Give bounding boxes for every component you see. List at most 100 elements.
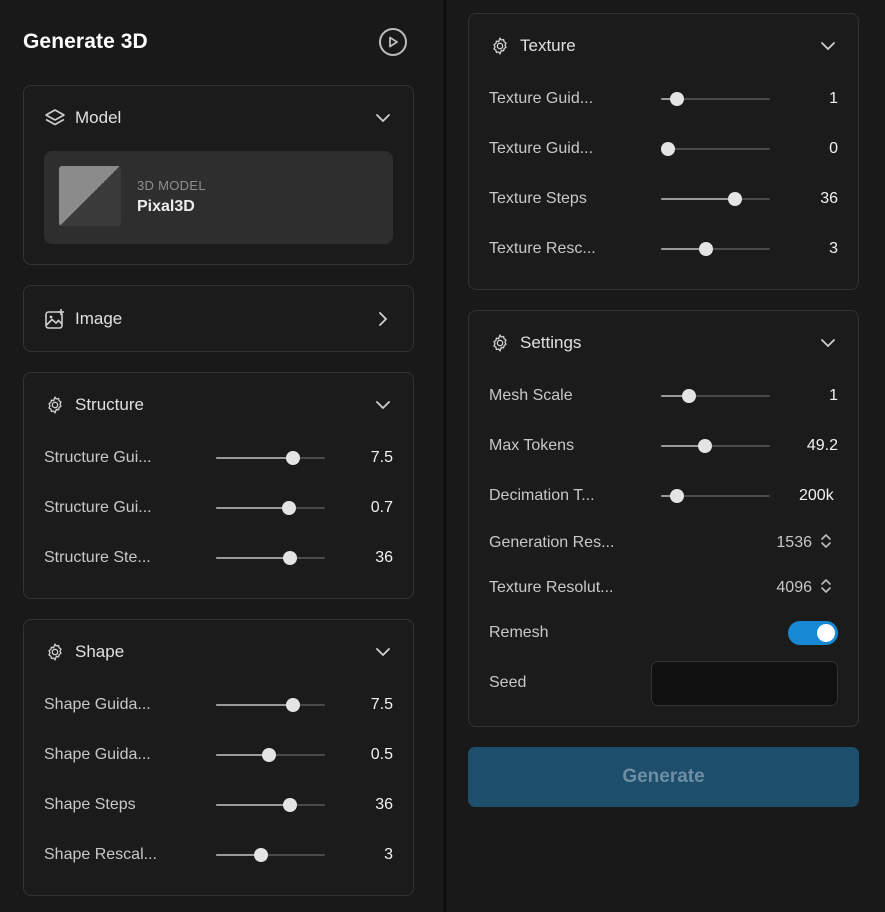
structure-guidance-label: Structure Gui... xyxy=(44,449,152,466)
remesh-label: Remesh xyxy=(489,624,549,641)
slider-knob[interactable] xyxy=(286,698,301,712)
settings-panel-header[interactable]: Settings xyxy=(469,311,858,375)
generation-resolution-select[interactable]: 1536 xyxy=(776,533,832,554)
settings-panel-title: Settings xyxy=(520,333,582,352)
shape-steps-slider[interactable] xyxy=(216,793,325,817)
shape-rescale-label: Shape Rescal... xyxy=(44,846,157,863)
chevron-down-icon[interactable] xyxy=(818,36,838,56)
slider-knob[interactable] xyxy=(682,389,697,403)
layers-icon xyxy=(44,107,66,129)
model-panel: Model 3D MODEL Pixal3D xyxy=(23,85,414,265)
image-panel-title: Image xyxy=(75,309,123,328)
slider-knob[interactable] xyxy=(660,142,675,156)
texture-panel-header[interactable]: Texture xyxy=(469,14,858,78)
gear-icon xyxy=(44,394,66,416)
shape-row: Shape Guida... 7.5 xyxy=(44,693,393,717)
shape-panel: Shape Shape Guida... 7.5 Shape Guida... … xyxy=(23,619,414,896)
up-down-arrows-icon[interactable] xyxy=(820,533,832,554)
slider-knob[interactable] xyxy=(670,489,685,503)
texture-steps-value: 36 xyxy=(820,190,838,207)
chevron-down-icon[interactable] xyxy=(373,108,393,128)
gear-icon xyxy=(44,641,66,663)
slider-knob[interactable] xyxy=(698,242,713,256)
gear-icon xyxy=(489,35,511,57)
texture-steps-slider[interactable] xyxy=(661,187,770,211)
texture-row: Texture Guid... 1 xyxy=(489,87,838,111)
image-panel[interactable]: Image xyxy=(23,285,414,352)
slider-knob[interactable] xyxy=(262,748,277,762)
slider-knob[interactable] xyxy=(670,92,685,106)
structure-guidance-rescale-label: Structure Gui... xyxy=(44,499,152,516)
shape-row: Shape Steps 36 xyxy=(44,793,393,817)
texture-guidance-value: 1 xyxy=(829,90,838,107)
structure-guidance-slider[interactable] xyxy=(216,446,325,470)
structure-guidance-rescale-slider[interactable] xyxy=(216,496,325,520)
shape-guidance-slider[interactable] xyxy=(216,693,325,717)
settings-row: Mesh Scale 1 xyxy=(489,384,838,408)
slider-knob[interactable] xyxy=(253,848,268,862)
remesh-row: Remesh xyxy=(489,621,838,645)
shape-guidance-rescale-label: Shape Guida... xyxy=(44,746,151,763)
generation-resolution-row: Generation Res... 1536 xyxy=(489,531,838,555)
shape-row: Shape Rescal... 3 xyxy=(44,843,393,867)
generate-button[interactable]: Generate xyxy=(468,747,859,807)
model-caption: 3D MODEL xyxy=(137,178,206,193)
decimation-target-label: Decimation T... xyxy=(489,487,595,504)
image-add-icon xyxy=(44,308,66,330)
mesh-scale-slider[interactable] xyxy=(661,384,770,408)
chevron-down-icon[interactable] xyxy=(373,395,393,415)
shape-panel-header[interactable]: Shape xyxy=(24,620,413,684)
texture-guidance-rescale-slider[interactable] xyxy=(660,137,770,161)
page-title: Generate 3D xyxy=(23,30,148,53)
texture-row: Texture Steps 36 xyxy=(489,187,838,211)
structure-steps-slider[interactable] xyxy=(216,546,325,570)
shape-panel-title: Shape xyxy=(75,642,125,661)
gear-icon xyxy=(489,332,511,354)
chevron-right-icon[interactable] xyxy=(373,309,393,329)
structure-panel-header[interactable]: Structure xyxy=(24,373,413,437)
model-thumbnail xyxy=(59,166,121,226)
shape-guidance-rescale-slider[interactable] xyxy=(216,743,325,767)
texture-rescale-slider[interactable] xyxy=(661,237,770,261)
texture-guidance-rescale-label: Texture Guid... xyxy=(489,140,594,157)
slider-knob[interactable] xyxy=(282,501,297,515)
chevron-down-icon[interactable] xyxy=(818,333,838,353)
slider-knob[interactable] xyxy=(728,192,743,206)
settings-row: Max Tokens 49.2 xyxy=(489,434,838,458)
shape-rescale-slider[interactable] xyxy=(216,843,325,867)
play-icon[interactable] xyxy=(379,28,407,56)
model-card[interactable]: 3D MODEL Pixal3D xyxy=(44,151,393,244)
column-divider[interactable] xyxy=(443,0,447,912)
seed-input[interactable] xyxy=(651,661,838,706)
image-panel-header[interactable]: Image xyxy=(24,286,413,352)
texture-panel: Texture Texture Guid... 1 Texture Guid..… xyxy=(468,13,859,290)
seed-label: Seed xyxy=(489,674,527,691)
structure-row: Structure Gui... 7.5 xyxy=(44,446,393,470)
slider-knob[interactable] xyxy=(283,798,298,812)
texture-guidance-label: Texture Guid... xyxy=(489,90,594,107)
texture-panel-title: Texture xyxy=(520,36,576,55)
structure-row: Structure Ste... 36 xyxy=(44,546,393,570)
slider-knob[interactable] xyxy=(697,439,712,453)
slider-knob[interactable] xyxy=(286,451,301,465)
remesh-toggle[interactable] xyxy=(788,621,838,645)
shape-guidance-rescale-value: 0.5 xyxy=(370,746,393,763)
chevron-down-icon[interactable] xyxy=(373,642,393,662)
shape-guidance-label: Shape Guida... xyxy=(44,696,151,713)
shape-rescale-value: 3 xyxy=(384,846,393,863)
model-panel-header[interactable]: Model xyxy=(24,86,413,150)
shape-steps-value: 36 xyxy=(375,796,393,813)
slider-knob[interactable] xyxy=(283,551,298,565)
texture-resolution-select[interactable]: 4096 xyxy=(776,578,832,599)
up-down-arrows-icon[interactable] xyxy=(820,578,832,599)
structure-steps-label: Structure Ste... xyxy=(44,549,151,566)
max-tokens-value: 49.2 xyxy=(806,437,838,454)
model-panel-title: Model xyxy=(75,108,122,127)
max-tokens-slider[interactable] xyxy=(661,434,770,458)
texture-guidance-slider[interactable] xyxy=(661,87,770,111)
generation-resolution-label: Generation Res... xyxy=(489,534,615,551)
decimation-target-slider[interactable] xyxy=(661,484,770,508)
texture-resolution-label: Texture Resolut... xyxy=(489,579,614,596)
shape-guidance-value: 7.5 xyxy=(370,696,393,713)
decimation-target-value: 200k xyxy=(799,487,834,504)
